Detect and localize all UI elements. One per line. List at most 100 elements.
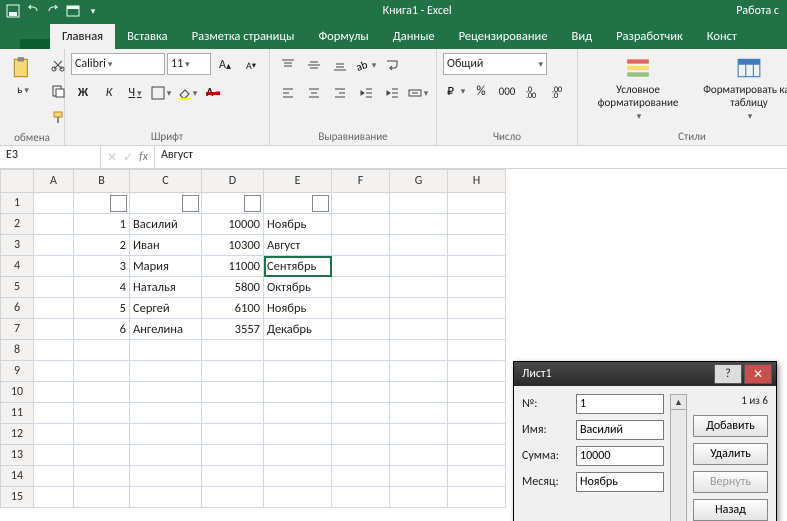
empty-cell[interactable] xyxy=(34,445,74,466)
empty-cell[interactable] xyxy=(34,277,74,298)
empty-cell[interactable] xyxy=(390,445,448,466)
empty-cell[interactable] xyxy=(130,340,202,361)
format-as-table-button[interactable]: Форматировать как таблицу▾ xyxy=(698,53,787,124)
font-name-combo[interactable]: Calibri▾ xyxy=(71,53,165,75)
dialog-scrollbar[interactable]: ▲ ▼ xyxy=(670,394,687,521)
table-cell[interactable]: 3557 xyxy=(202,319,264,340)
formula-input[interactable]: Август xyxy=(155,146,787,168)
empty-cell[interactable] xyxy=(264,424,332,445)
row-header[interactable]: 12 xyxy=(1,424,34,445)
empty-cell[interactable] xyxy=(332,277,390,298)
empty-cell[interactable] xyxy=(34,361,74,382)
align-center-icon[interactable] xyxy=(302,81,326,105)
table-cell[interactable]: 2 xyxy=(74,235,130,256)
accounting-format-icon[interactable]: ₽▾ xyxy=(443,79,467,103)
table-cell[interactable]: Ноябрь xyxy=(264,214,332,235)
table-cell[interactable]: Октябрь xyxy=(264,277,332,298)
column-header[interactable]: E xyxy=(264,170,332,193)
filter-dropdown-icon[interactable]: ▾ xyxy=(312,195,329,212)
field-month-input[interactable] xyxy=(576,472,664,492)
empty-cell[interactable] xyxy=(264,403,332,424)
row-header[interactable]: 2 xyxy=(1,214,34,235)
scroll-up-icon[interactable]: ▲ xyxy=(671,395,686,410)
fill-color-icon[interactable]: ▾ xyxy=(175,81,199,105)
empty-cell[interactable] xyxy=(390,277,448,298)
table-cell[interactable]: 10300 xyxy=(202,235,264,256)
tab-insert[interactable]: Вставка xyxy=(115,24,180,49)
empty-cell[interactable] xyxy=(448,235,506,256)
align-bottom-icon[interactable] xyxy=(328,53,352,77)
orientation-icon[interactable]: ab▾ xyxy=(354,53,378,77)
empty-cell[interactable] xyxy=(130,361,202,382)
table-cell[interactable]: Декабрь xyxy=(264,319,332,340)
empty-cell[interactable] xyxy=(448,340,506,361)
empty-cell[interactable] xyxy=(74,382,130,403)
empty-cell[interactable] xyxy=(130,487,202,508)
tab-formulas[interactable]: Формулы xyxy=(306,24,380,49)
empty-cell[interactable] xyxy=(34,214,74,235)
align-right-icon[interactable] xyxy=(328,81,352,105)
field-name-input[interactable] xyxy=(576,420,664,440)
field-sum-input[interactable] xyxy=(576,446,664,466)
tab-home[interactable]: Главная xyxy=(50,24,115,49)
empty-cell[interactable] xyxy=(130,445,202,466)
row-header[interactable]: 7 xyxy=(1,319,34,340)
table-cell[interactable]: 4 xyxy=(74,277,130,298)
row-header[interactable]: 10 xyxy=(1,382,34,403)
tab-view[interactable]: Вид xyxy=(560,24,605,49)
tab-design[interactable]: Конст xyxy=(695,24,749,49)
empty-cell[interactable] xyxy=(390,487,448,508)
empty-cell[interactable] xyxy=(448,445,506,466)
table-cell[interactable]: Наталья xyxy=(130,277,202,298)
empty-cell[interactable] xyxy=(74,487,130,508)
empty-cell[interactable] xyxy=(74,466,130,487)
tab-layout[interactable]: Разметка страницы xyxy=(180,24,307,49)
table-cell[interactable]: 6100 xyxy=(202,298,264,319)
empty-cell[interactable] xyxy=(202,403,264,424)
filter-dropdown-icon[interactable]: ▾ xyxy=(110,195,127,212)
empty-cell[interactable] xyxy=(34,403,74,424)
row-header[interactable]: 9 xyxy=(1,361,34,382)
empty-cell[interactable] xyxy=(74,340,130,361)
empty-cell[interactable] xyxy=(390,466,448,487)
empty-cell[interactable] xyxy=(332,487,390,508)
tab-review[interactable]: Рецензирование xyxy=(447,24,560,49)
empty-cell[interactable] xyxy=(390,319,448,340)
cancel-icon[interactable]: ✕ xyxy=(107,150,117,165)
table-cell[interactable]: 10000 xyxy=(202,214,264,235)
conditional-formatting-button[interactable]: Условное форматирование▾ xyxy=(584,53,692,124)
empty-cell[interactable] xyxy=(332,256,390,277)
table-cell[interactable]: Ноябрь xyxy=(264,298,332,319)
dialog-titlebar[interactable]: Лист1 ? ✕ xyxy=(514,362,776,386)
empty-cell[interactable] xyxy=(448,382,506,403)
table-cell[interactable]: Ангелина xyxy=(130,319,202,340)
merge-icon[interactable]: ▾ xyxy=(406,81,430,105)
decrease-indent-icon[interactable] xyxy=(354,81,378,105)
column-header[interactable]: D xyxy=(202,170,264,193)
add-button[interactable]: Добавить xyxy=(693,415,768,437)
row-header[interactable]: 14 xyxy=(1,466,34,487)
redo-icon[interactable] xyxy=(46,4,60,18)
increase-font-icon[interactable]: A▴ xyxy=(213,53,237,77)
empty-cell[interactable] xyxy=(202,361,264,382)
enter-icon[interactable]: ✓ xyxy=(123,150,133,165)
delete-button[interactable]: Удалить xyxy=(693,443,768,465)
undo-icon[interactable] xyxy=(26,4,40,18)
column-header[interactable]: G xyxy=(390,170,448,193)
empty-cell[interactable] xyxy=(390,403,448,424)
row-header[interactable]: 6 xyxy=(1,298,34,319)
empty-cell[interactable] xyxy=(390,235,448,256)
font-size-combo[interactable]: 11▾ xyxy=(167,53,211,75)
tab-data[interactable]: Данные xyxy=(381,24,447,49)
empty-cell[interactable] xyxy=(34,193,74,214)
empty-cell[interactable] xyxy=(332,424,390,445)
wrap-text-icon[interactable] xyxy=(380,53,404,77)
empty-cell[interactable] xyxy=(264,361,332,382)
table-cell[interactable]: 5800 xyxy=(202,277,264,298)
empty-cell[interactable] xyxy=(390,382,448,403)
restore-button[interactable]: Вернуть xyxy=(693,471,768,493)
field-n-input[interactable] xyxy=(576,394,664,414)
fx-icon[interactable]: fx xyxy=(139,150,148,164)
table-header-cell[interactable]: №▾ xyxy=(74,193,130,214)
empty-cell[interactable] xyxy=(34,298,74,319)
